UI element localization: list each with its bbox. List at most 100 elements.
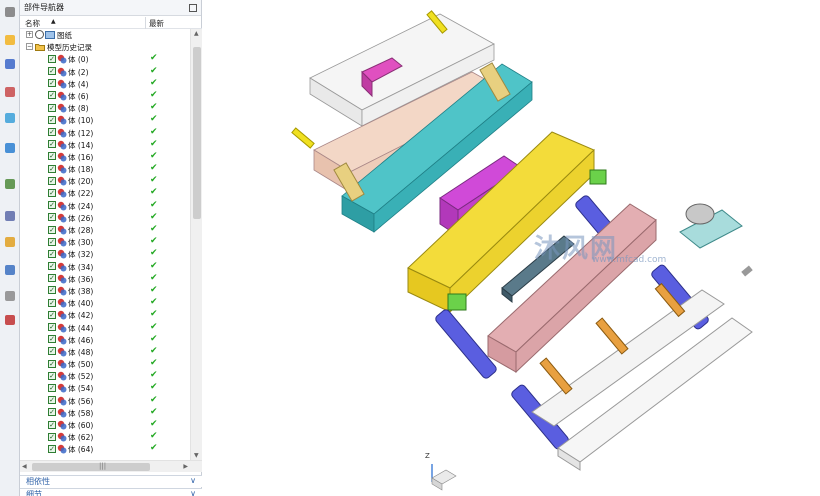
tree-item-body[interactable]: ✓ 体 (2) ✔ xyxy=(20,66,190,78)
visibility-checkbox[interactable]: ✓ xyxy=(48,383,56,392)
vertical-scroll-thumb[interactable] xyxy=(193,47,201,219)
tree-item-body[interactable]: ✓ 体 (20) ✔ xyxy=(20,175,190,187)
scroll-left-icon[interactable]: ◀ xyxy=(22,463,27,470)
tree-item-drawing[interactable]: + 图纸 xyxy=(20,29,190,41)
scroll-up-icon[interactable]: ▲ xyxy=(194,30,199,37)
visibility-checkbox[interactable]: ✓ xyxy=(48,396,56,405)
roles-icon[interactable] xyxy=(2,110,18,126)
visibility-checkbox[interactable]: ✓ xyxy=(48,176,56,185)
column-name[interactable]: 名称 xyxy=(25,18,40,29)
visibility-checkbox[interactable]: ✓ xyxy=(48,213,56,222)
process-studio-icon[interactable] xyxy=(2,312,18,328)
visibility-checkbox[interactable]: ✓ xyxy=(48,91,56,100)
visibility-checkbox[interactable]: ✓ xyxy=(48,201,56,210)
visibility-checkbox[interactable]: ✓ xyxy=(48,262,56,271)
tree-item-body[interactable]: ✓ 体 (58) ✔ xyxy=(20,407,190,419)
history-icon[interactable] xyxy=(2,208,18,224)
visibility-checkbox[interactable]: ✓ xyxy=(48,408,56,417)
visibility-checkbox[interactable]: ✓ xyxy=(48,371,56,380)
dependency-section[interactable]: 相依性 ∨ xyxy=(20,475,202,487)
visibility-checkbox[interactable]: ✓ xyxy=(48,286,56,295)
tree-item-body[interactable]: ✓ 体 (4) ✔ xyxy=(20,78,190,90)
body-icon xyxy=(57,67,67,77)
vertical-scrollbar[interactable]: ▲ ▼ xyxy=(190,29,202,460)
tree-item-body[interactable]: ✓ 体 (40) ✔ xyxy=(20,297,190,309)
visibility-checkbox[interactable]: ✓ xyxy=(48,420,56,429)
tree-item-body[interactable]: ✓ 体 (14) ✔ xyxy=(20,139,190,151)
visibility-checkbox[interactable]: ✓ xyxy=(48,335,56,344)
document-icon[interactable] xyxy=(2,176,18,192)
system-materials-icon[interactable] xyxy=(2,288,18,304)
visibility-checkbox[interactable]: ✓ xyxy=(48,67,56,76)
tree-item-body[interactable]: ✓ 体 (44) ✔ xyxy=(20,322,190,334)
tree-item-body[interactable]: ✓ 体 (42) ✔ xyxy=(20,309,190,321)
visibility-checkbox[interactable]: ✓ xyxy=(48,152,56,161)
gear-icon[interactable] xyxy=(2,4,18,20)
tree-item-body[interactable]: ✓ 体 (6) ✔ xyxy=(20,90,190,102)
visibility-checkbox[interactable]: ✓ xyxy=(48,54,56,63)
visibility-checkbox[interactable]: ✓ xyxy=(48,140,56,149)
tree-item-body[interactable]: ✓ 体 (30) ✔ xyxy=(20,236,190,248)
tree-item-body[interactable]: ✓ 体 (60) ✔ xyxy=(20,419,190,431)
tree-item-body[interactable]: ✓ 体 (38) ✔ xyxy=(20,285,190,297)
visibility-checkbox[interactable]: ✓ xyxy=(48,274,56,283)
horizontal-scrollbar[interactable]: ◀ ||| ▶ xyxy=(20,460,202,472)
tree-item-model-history[interactable]: − 模型历史记录 xyxy=(20,41,190,53)
tree-item-body[interactable]: ✓ 体 (62) ✔ xyxy=(20,431,190,443)
visualization-icon[interactable] xyxy=(2,234,18,250)
visibility-checkbox[interactable]: ✓ xyxy=(48,444,56,453)
visibility-checkbox[interactable]: ✓ xyxy=(48,298,56,307)
column-latest[interactable]: 最新 xyxy=(149,18,164,29)
mold-assembly-model[interactable] xyxy=(202,0,820,496)
tree-item-body[interactable]: ✓ 体 (54) ✔ xyxy=(20,382,190,394)
graphics-viewport[interactable]: 沐风网 www.mfcad.com Z xyxy=(202,0,820,496)
horizontal-scroll-thumb[interactable]: ||| xyxy=(32,462,150,471)
details-section[interactable]: 细节 ∨ xyxy=(20,488,202,496)
visibility-checkbox[interactable]: ✓ xyxy=(48,347,56,356)
constraint-navigator-icon[interactable] xyxy=(2,56,18,72)
tree-item-body[interactable]: ✓ 体 (48) ✔ xyxy=(20,346,190,358)
web-browser-icon[interactable] xyxy=(2,140,18,156)
tree-item-body[interactable]: ✓ 体 (22) ✔ xyxy=(20,187,190,199)
visibility-checkbox[interactable]: ✓ xyxy=(48,323,56,331)
tree-item-body[interactable]: ✓ 体 (56) ✔ xyxy=(20,395,190,407)
scroll-right-icon[interactable]: ▶ xyxy=(183,463,188,470)
tree-item-body[interactable]: ✓ 体 (52) ✔ xyxy=(20,370,190,382)
visibility-checkbox[interactable]: ✓ xyxy=(48,359,56,368)
tree-item-body[interactable]: ✓ 体 (28) ✔ xyxy=(20,224,190,236)
visibility-checkbox[interactable]: ✓ xyxy=(48,310,56,319)
tree-item-body[interactable]: ✓ 体 (34) ✔ xyxy=(20,261,190,273)
tree-item-body[interactable]: ✓ 体 (0) ✔ xyxy=(20,53,190,65)
tree-item-body[interactable]: ✓ 体 (12) ✔ xyxy=(20,127,190,139)
visibility-checkbox[interactable]: ✓ xyxy=(48,103,56,112)
visibility-checkbox[interactable]: ✓ xyxy=(48,79,56,88)
tree-item-body[interactable]: ✓ 体 (16) ✔ xyxy=(20,151,190,163)
reuse-library-icon[interactable] xyxy=(2,262,18,278)
visibility-checkbox[interactable]: ✓ xyxy=(48,237,56,246)
part-navigator-icon[interactable] xyxy=(2,84,18,100)
tree-item-body[interactable]: ✓ 体 (26) ✔ xyxy=(20,212,190,224)
maximize-button[interactable] xyxy=(189,3,197,12)
tree-item-body[interactable]: ✓ 体 (64) ✔ xyxy=(20,443,190,455)
visibility-checkbox[interactable]: ✓ xyxy=(48,188,56,197)
scroll-down-icon[interactable]: ▼ xyxy=(194,452,199,459)
collapse-icon[interactable]: − xyxy=(26,43,33,51)
assembly-navigator-icon[interactable] xyxy=(2,32,18,48)
visibility-checkbox[interactable]: ✓ xyxy=(48,432,56,441)
tree-item-body[interactable]: ✓ 体 (24) ✔ xyxy=(20,200,190,212)
visibility-checkbox[interactable]: ✓ xyxy=(48,225,56,234)
tree-item-body[interactable]: ✓ 体 (50) ✔ xyxy=(20,358,190,370)
tree-item-body[interactable]: ✓ 体 (8) ✔ xyxy=(20,102,190,114)
visibility-checkbox[interactable]: ✓ xyxy=(48,249,56,258)
tree-item-body[interactable]: ✓ 体 (10) ✔ xyxy=(20,114,190,126)
visibility-checkbox[interactable]: ✓ xyxy=(48,128,56,136)
dependency-label: 相依性 xyxy=(26,477,50,486)
tree-item-body[interactable]: ✓ 体 (32) ✔ xyxy=(20,248,190,260)
visibility-checkbox[interactable]: ✓ xyxy=(48,115,56,124)
tree-item-body[interactable]: ✓ 体 (36) ✔ xyxy=(20,273,190,285)
expand-icon[interactable]: + xyxy=(26,31,33,38)
visibility-checkbox[interactable]: ✓ xyxy=(48,164,56,173)
tree-item-body[interactable]: ✓ 体 (46) ✔ xyxy=(20,334,190,346)
column-divider[interactable] xyxy=(145,17,146,29)
tree-item-body[interactable]: ✓ 体 (18) ✔ xyxy=(20,163,190,175)
